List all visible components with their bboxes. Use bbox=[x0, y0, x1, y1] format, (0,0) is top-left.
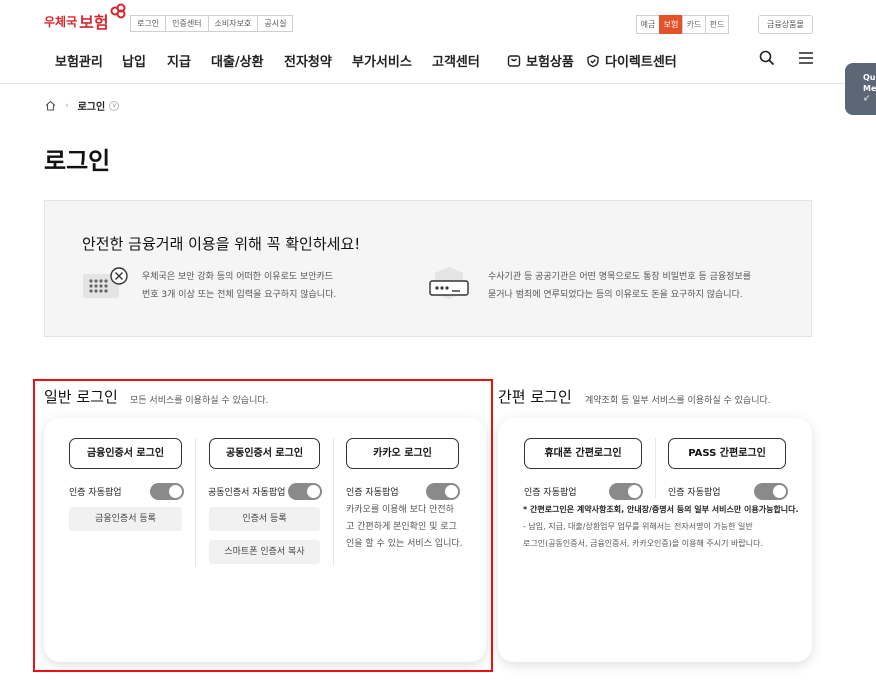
simple-login-title: 간편 로그인 bbox=[498, 388, 572, 406]
page-title: 로그인 bbox=[44, 147, 111, 175]
utility-link-login[interactable]: 로그인 bbox=[130, 15, 167, 32]
shopping-bag-icon bbox=[507, 54, 521, 67]
simple-login-note: * 간편로그인은 계약사항조회, 안내장/증명서 등의 일부 서비스만 이용가능… bbox=[523, 501, 823, 552]
brand-logo[interactable]: 우체국 보험 bbox=[44, 3, 126, 33]
finance-products-button[interactable]: 금융상품몰 bbox=[758, 15, 813, 34]
simple-login-note-bold: * 간편로그인은 계약사항조회, 안내장/증명서 등의 일부 서비스만 이용가능… bbox=[523, 505, 799, 514]
breadcrumb: › 로그인 v bbox=[45, 98, 120, 113]
utility-link-cert-center[interactable]: 인증센터 bbox=[165, 15, 209, 32]
utility-link-disclosure[interactable]: 공시실 bbox=[257, 15, 294, 32]
nav-extra-services[interactable]: 부가서비스 bbox=[352, 51, 412, 70]
hamburger-menu-icon[interactable] bbox=[798, 51, 814, 65]
search-icon[interactable] bbox=[759, 50, 775, 66]
quick-menu-button[interactable]: Qu Me ↙ bbox=[845, 63, 876, 115]
nav-claim[interactable]: 지급 bbox=[167, 51, 191, 70]
brand-logo-small: 우체국 bbox=[44, 14, 78, 29]
nav-customer-center[interactable]: 고객센터 bbox=[432, 51, 480, 70]
nav-insurance-products[interactable]: 보험상품 bbox=[507, 51, 574, 70]
quick-menu-arrow-icon: ↙ bbox=[863, 94, 871, 104]
password-shield-icon bbox=[429, 267, 469, 299]
notice-heading: 안전한 금융거래 이용을 위해 꼭 확인하세요! bbox=[82, 235, 361, 253]
brand-flower-icon bbox=[110, 3, 126, 19]
shield-check-icon bbox=[587, 54, 599, 67]
mobile-simple-login-button[interactable]: 휴대폰 간편로그인 bbox=[524, 438, 642, 469]
chevron-right-icon: › bbox=[65, 100, 69, 111]
column-divider bbox=[655, 438, 656, 498]
simple-login-subtitle: 계약조회 등 일부 서비스를 이용하실 수 있습니다. bbox=[585, 396, 771, 406]
pass-simple-login-button[interactable]: PASS 간편로그인 bbox=[668, 438, 786, 469]
mobile-toggle-label: 인증 자동팝업 bbox=[524, 488, 577, 498]
simple-login-note-line2: 로그인(공동인증서, 금융인증서, 카카오인증)을 이용해 주시기 바랍니다. bbox=[523, 539, 764, 548]
simple-login-note-line1: - 납입, 지급, 대출/상환업무 업무를 위해서는 전자서명이 가능한 일반 bbox=[523, 522, 753, 531]
nav-payment[interactable]: 납입 bbox=[122, 51, 146, 70]
breadcrumb-current: 로그인 bbox=[77, 102, 106, 113]
simple-login-card: 휴대폰 간편로그인 인증 자동팝업 PASS 간편로그인 인증 자동팝업 * 간… bbox=[498, 418, 812, 662]
nav-loan[interactable]: 대출/상환 bbox=[211, 51, 264, 70]
notice-item-2-line1: 수사기관 등 공공기관은 어떤 명목으로도 통장 비밀번호 등 금융정보를 bbox=[488, 272, 752, 282]
security-notice: 안전한 금융거래 이용을 위해 꼭 확인하세요! 우체국은 보안 강화 등의 어… bbox=[44, 200, 812, 337]
tab-card[interactable]: 카드 bbox=[682, 15, 706, 34]
nav-direct-center-label: 다이렉트센터 bbox=[605, 55, 677, 70]
notice-item-1: 우체국은 보안 강화 등의 어떠한 이유로도 보안카드 번호 3개 이상 또는 … bbox=[142, 268, 336, 304]
tab-insurance[interactable]: 보험 bbox=[659, 15, 683, 34]
notice-item-2: 수사기관 등 공공기관은 어떤 명목으로도 통장 비밀번호 등 금융정보를 묻거… bbox=[488, 268, 751, 304]
notice-item-1-line1: 우체국은 보안 강화 등의 어떠한 이유로도 보안카드 bbox=[142, 272, 334, 282]
nav-e-subscription[interactable]: 전자청약 bbox=[284, 51, 332, 70]
category-tabs: 예금 보험 카드 펀드 bbox=[636, 15, 729, 34]
quick-menu-line1: Qu bbox=[863, 73, 876, 82]
mobile-auto-popup-toggle[interactable] bbox=[609, 483, 643, 500]
general-login-highlight bbox=[33, 379, 493, 672]
nav-insurance-management[interactable]: 보험관리 bbox=[55, 51, 103, 70]
header-divider bbox=[0, 83, 876, 84]
pass-toggle-label: 인증 자동팝업 bbox=[668, 488, 721, 498]
tab-fund[interactable]: 펀드 bbox=[705, 15, 729, 34]
home-icon[interactable] bbox=[45, 100, 56, 111]
tab-deposit[interactable]: 예금 bbox=[636, 15, 660, 34]
brand-logo-big: 보험 bbox=[79, 13, 109, 32]
pass-auto-popup-toggle[interactable] bbox=[754, 483, 788, 500]
nav-direct-center[interactable]: 다이렉트센터 bbox=[586, 51, 677, 70]
nav-insurance-products-label: 보험상품 bbox=[526, 55, 574, 70]
notice-item-1-line2: 번호 3개 이상 또는 전체 입력을 요구하지 않습니다. bbox=[142, 290, 337, 300]
security-card-warning-icon bbox=[83, 267, 128, 298]
utility-link-consumer[interactable]: 소비자보호 bbox=[207, 15, 259, 32]
quick-menu-line2: Me bbox=[863, 84, 876, 93]
utility-links: 로그인 인증센터 소비자보호 공시실 bbox=[130, 15, 294, 32]
notice-item-2-line2: 묻거나 범죄에 연루되었다는 등의 이유로도 돈을 요구하지 않습니다. bbox=[488, 290, 743, 300]
chevron-down-icon[interactable]: v bbox=[109, 100, 120, 111]
